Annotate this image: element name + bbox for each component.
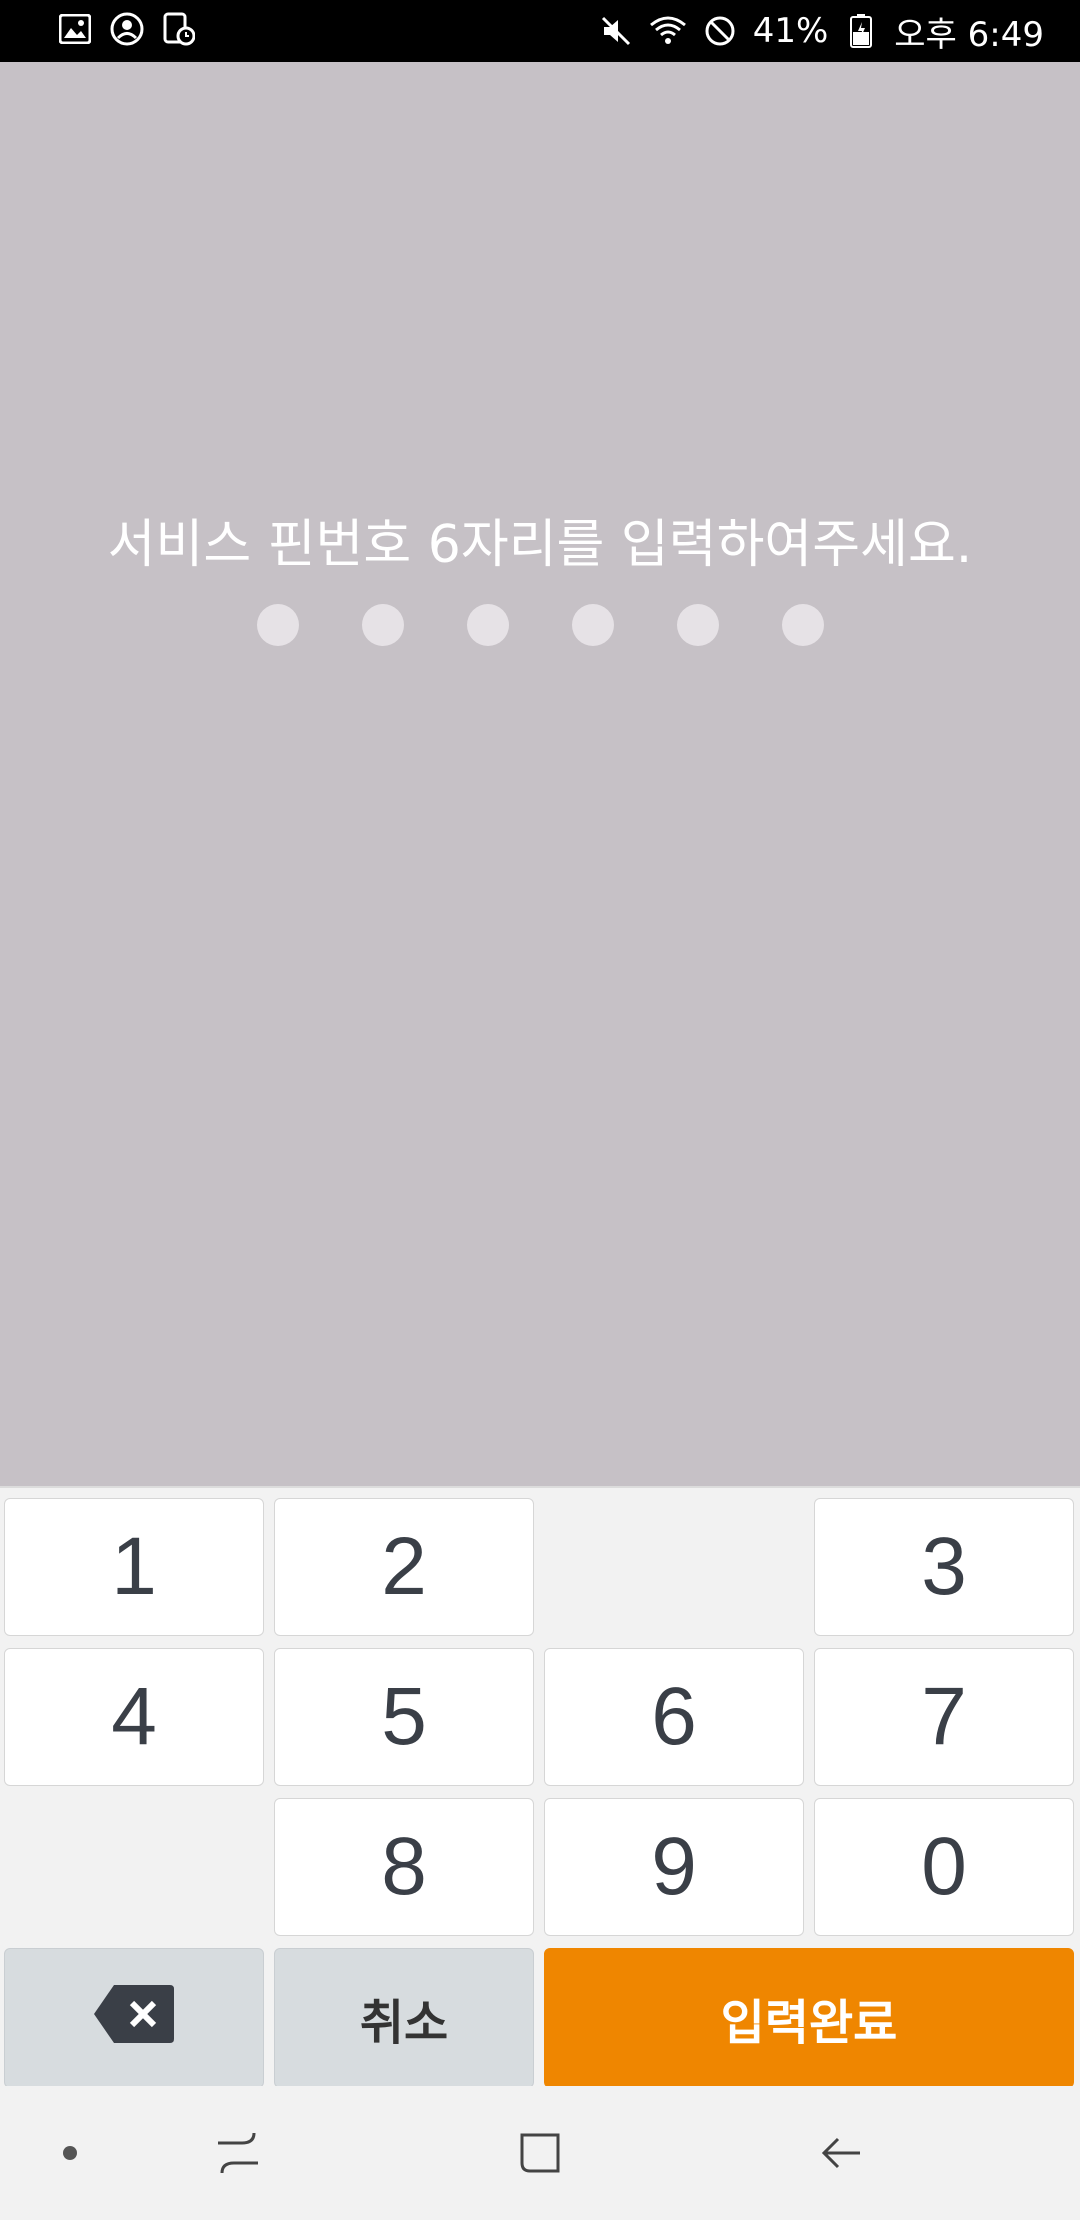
key-6[interactable]: 6 — [544, 1648, 804, 1786]
back-icon[interactable] — [782, 2086, 902, 2220]
device-icon — [160, 10, 198, 48]
recents-dot-icon[interactable] — [10, 2086, 130, 2220]
submit-button[interactable]: 입력완료 — [544, 1948, 1074, 2088]
pin-dot — [781, 604, 824, 646]
key-4[interactable]: 4 — [4, 1648, 264, 1786]
battery-icon — [842, 12, 880, 50]
backspace-button[interactable] — [4, 1948, 264, 2088]
key-9[interactable]: 9 — [544, 1798, 804, 1936]
key-3[interactable]: 3 — [814, 1498, 1074, 1636]
pin-dot — [676, 604, 719, 646]
key-2[interactable]: 2 — [274, 1498, 534, 1636]
clock: 오후 6:49 — [894, 14, 1044, 55]
numeric-keypad: 1 2 3 4 5 6 7 8 9 0 취소 입력완료 — [0, 1486, 1080, 2088]
navigation-bar — [0, 2086, 1080, 2220]
cancel-button[interactable]: 취소 — [274, 1948, 534, 2088]
pin-dot — [571, 604, 614, 646]
account-icon — [108, 10, 146, 48]
pin-entry-area: 서비스 핀번호 6자리를 입력하여주세요. — [0, 62, 1080, 1486]
blocked-icon — [701, 12, 739, 50]
key-5[interactable]: 5 — [274, 1648, 534, 1786]
key-8[interactable]: 8 — [274, 1798, 534, 1936]
battery-percent: 41% — [752, 11, 829, 51]
mute-icon — [597, 12, 635, 50]
home-icon[interactable] — [480, 2086, 600, 2220]
pin-dot — [256, 604, 299, 646]
pin-prompt: 서비스 핀번호 6자리를 입력하여주세요. — [107, 515, 973, 575]
pin-dots — [0, 604, 1080, 646]
pin-dot — [466, 604, 509, 646]
wifi-icon — [649, 12, 687, 50]
key-1[interactable]: 1 — [4, 1498, 264, 1636]
backspace-icon — [92, 1971, 176, 2065]
recent-apps-icon[interactable] — [178, 2086, 298, 2220]
status-bar: 41% 오후 6:49 — [0, 0, 1080, 62]
pin-dot — [361, 604, 404, 646]
image-icon — [56, 10, 94, 48]
key-0[interactable]: 0 — [814, 1798, 1074, 1936]
key-7[interactable]: 7 — [814, 1648, 1074, 1786]
